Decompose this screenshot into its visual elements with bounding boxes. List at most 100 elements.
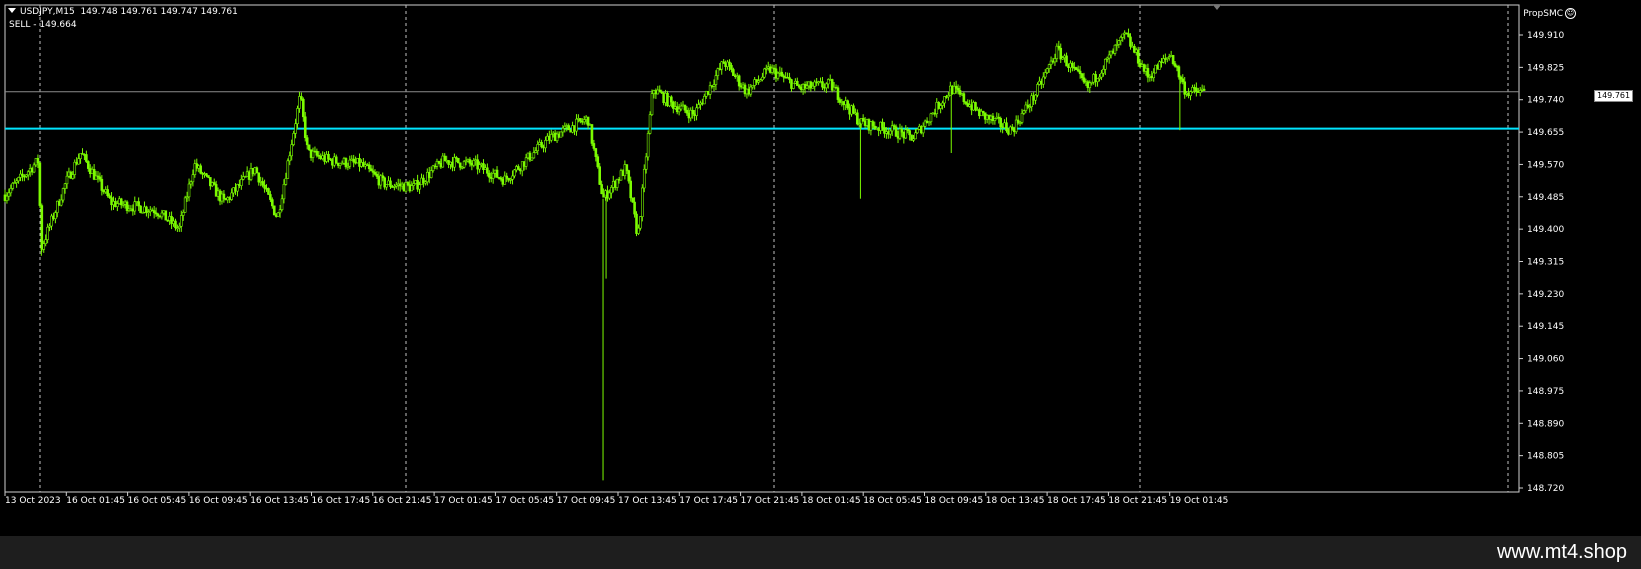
price-axis-label: 149.230 [1527,290,1564,300]
candle-body [191,174,195,183]
candle-body [1181,78,1185,83]
candle-body [908,130,911,136]
candle-body [677,108,681,113]
candle-body [389,180,392,187]
time-axis-label: 17 Oct 09:45 [557,496,616,506]
candle-body [303,116,307,138]
candle-body [456,157,460,164]
candle-body [954,85,958,89]
candle-body [453,157,456,168]
candle-body [1057,45,1061,49]
candle-body [567,125,571,131]
candle-body [17,177,20,182]
candle-body [517,166,520,170]
candle-body [761,76,764,81]
candle-body [561,127,565,133]
candle-body [582,119,586,123]
candle-body [559,131,563,138]
candle-body [65,175,69,185]
candle-body [598,166,602,185]
candle-body [1119,37,1123,41]
price-axis-label: 148.890 [1527,419,1564,429]
ohlc-values: 149.748 149.761 149.747 149.761 [80,7,238,17]
candle-body [286,160,290,179]
candle-body [1078,70,1082,75]
candle-body [46,226,49,240]
candle-body [685,109,689,114]
indicator-name: PropSMC [1523,8,1563,19]
candle-body [524,157,528,167]
candle-body [348,159,352,167]
candle-body [183,197,187,213]
candle-body [1096,78,1099,83]
candle-body [1202,88,1206,91]
dropdown-caret-icon[interactable] [8,8,16,13]
candle-body [410,185,414,192]
candle-body [1082,77,1086,83]
candle-body [352,158,355,163]
candle-body [199,165,202,174]
indicator-label[interactable]: PropSMC ☺ [1523,8,1576,19]
time-axis-label: 18 Oct 21:45 [1108,496,1167,506]
candle-body [288,155,292,162]
candle-body [575,118,578,132]
candle-body [1198,90,1202,93]
chart-window[interactable]: 149.910 149.825 149.740 149.655 149.570 149.4… [0,0,1641,536]
candle-body [116,203,119,207]
candle-body [71,174,75,179]
candle-body [487,172,491,178]
time-axis-label: 17 Oct 05:45 [495,496,554,506]
candle-body [695,107,698,116]
candle-body [284,178,288,185]
symbol-info[interactable]: USDJPY,M15 149.748 149.761 149.747 149.7… [8,7,238,18]
time-axis-label: 16 Oct 17:45 [312,496,371,506]
candle-body [100,178,104,191]
candle-body [888,130,892,135]
candle-body [1171,55,1175,64]
candle-body [263,184,266,189]
candle-body [152,210,156,214]
candle-body [697,104,700,109]
footer-bar: www.mt4.shop [0,536,1641,569]
price-chart[interactable]: 149.910 149.825 149.740 149.655 149.570 149.4… [0,0,1641,536]
shift-marker-icon [1213,5,1221,10]
candle-body [1034,94,1037,101]
candle-body [59,199,63,206]
candle-body [272,205,276,216]
candle-body [941,102,944,106]
candle-body [32,164,36,173]
candle-body [1102,68,1105,74]
current-price-badge: 149.761 [1594,90,1634,102]
candle-body [592,143,596,149]
candle-body [737,75,741,87]
candle-body [861,118,865,122]
candle-body [629,180,632,199]
candle-body [174,220,177,229]
candle-body [627,170,631,182]
candle-body [181,211,185,216]
candle-body [85,154,88,162]
candle-body [1195,87,1198,92]
candle-body [42,243,46,250]
candle-body [650,93,654,115]
time-axis-label: 16 Oct 09:45 [189,496,248,506]
candle-body [478,164,481,170]
candle-body [852,105,855,114]
candle-body [26,171,30,176]
candle-body [1189,91,1192,96]
order-level-label: SELL - 149.664 [9,20,77,30]
time-axis-label: 13 Oct 2023 [5,496,61,506]
candle-body [261,181,264,186]
candle-body [610,187,613,194]
candle-body [586,116,590,126]
candle-body [1047,64,1051,69]
candle-body [294,123,297,134]
candle-body [38,162,42,206]
candle-body [846,100,849,109]
candle-body [856,112,859,125]
candle-body [939,105,942,109]
candle-body [1022,110,1026,114]
candle-body [1113,44,1117,54]
candle-body [708,85,712,95]
candle-body [691,109,694,115]
